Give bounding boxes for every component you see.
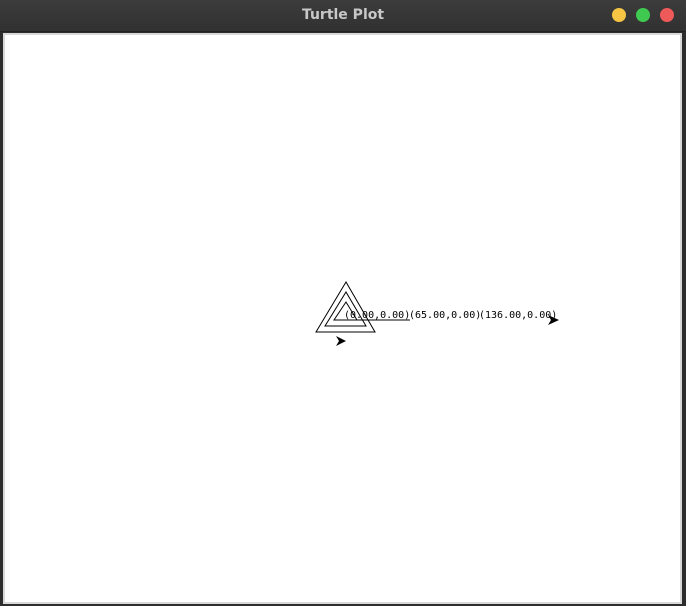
coord-label-origin: (0.00,0.00) <box>344 310 410 321</box>
app-window: Turtle Plot (0.00,0.00) (65.00,0.00) (13… <box>0 0 686 606</box>
turtle-canvas: (0.00,0.00) (65.00,0.00) (136.00,0.00) <box>5 35 680 602</box>
maximize-button[interactable] <box>636 8 650 22</box>
close-button[interactable] <box>660 8 674 22</box>
arrowhead-icon <box>336 336 346 346</box>
coord-label-65: (65.00,0.00) <box>409 310 481 321</box>
canvas-frame: (0.00,0.00) (65.00,0.00) (136.00,0.00) <box>3 33 682 604</box>
window-title: Turtle Plot <box>301 7 385 23</box>
turtle-drawing: (0.00,0.00) (65.00,0.00) (136.00,0.00) <box>315 281 559 346</box>
title-bar[interactable]: Turtle Plot <box>0 0 686 32</box>
minimize-button[interactable] <box>612 8 626 22</box>
coord-label-136: (136.00,0.00) <box>479 310 557 321</box>
outer-triangle <box>315 281 376 333</box>
